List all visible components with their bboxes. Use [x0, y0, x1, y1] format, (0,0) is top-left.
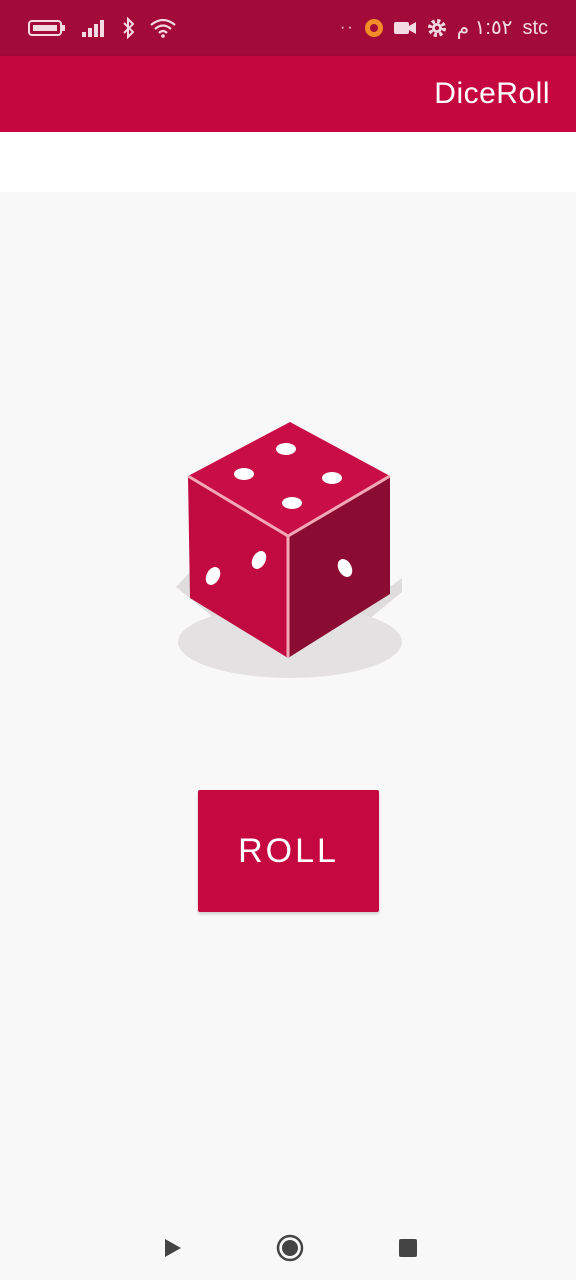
app-bar: DiceRoll: [0, 56, 576, 132]
roll-button[interactable]: ROLL: [198, 790, 379, 912]
back-button[interactable]: [152, 1228, 192, 1268]
nav-bar: [0, 1216, 576, 1280]
signal-icon: [82, 20, 104, 37]
dice-pip: [322, 472, 342, 484]
notification-icon: [364, 19, 383, 37]
app-title: DiceRoll: [434, 77, 550, 110]
content-top-strip: [0, 132, 576, 192]
recents-square-icon: [399, 1239, 417, 1257]
battery-icon: [28, 20, 65, 36]
overflow-indicator: ··: [340, 19, 355, 36]
home-button[interactable]: [270, 1228, 310, 1268]
bluetooth-icon: [123, 17, 135, 39]
settings-icon: [427, 19, 446, 37]
back-triangle-icon: [165, 1239, 181, 1257]
status-bar-right: ·· ١:٥٢ م stc: [340, 14, 548, 42]
home-circle-icon: [276, 1234, 304, 1262]
recents-button[interactable]: [388, 1228, 428, 1268]
main-content: ROLL: [0, 132, 576, 1216]
dice-pip: [276, 443, 296, 455]
status-bar: ·· ١:٥٢ م stc: [0, 0, 576, 56]
video-camera-icon: [393, 22, 416, 34]
wifi-icon: [150, 18, 176, 38]
dice-pip: [234, 468, 254, 480]
screen: ·· ١:٥٢ م stc DiceRoll ROLL: [0, 0, 576, 1280]
status-bar-left: [28, 14, 176, 42]
dice-pip: [282, 497, 302, 509]
status-carrier: stc: [522, 17, 548, 39]
dice-icon: [176, 422, 402, 678]
status-time: ١:٥٢ م: [456, 17, 513, 39]
